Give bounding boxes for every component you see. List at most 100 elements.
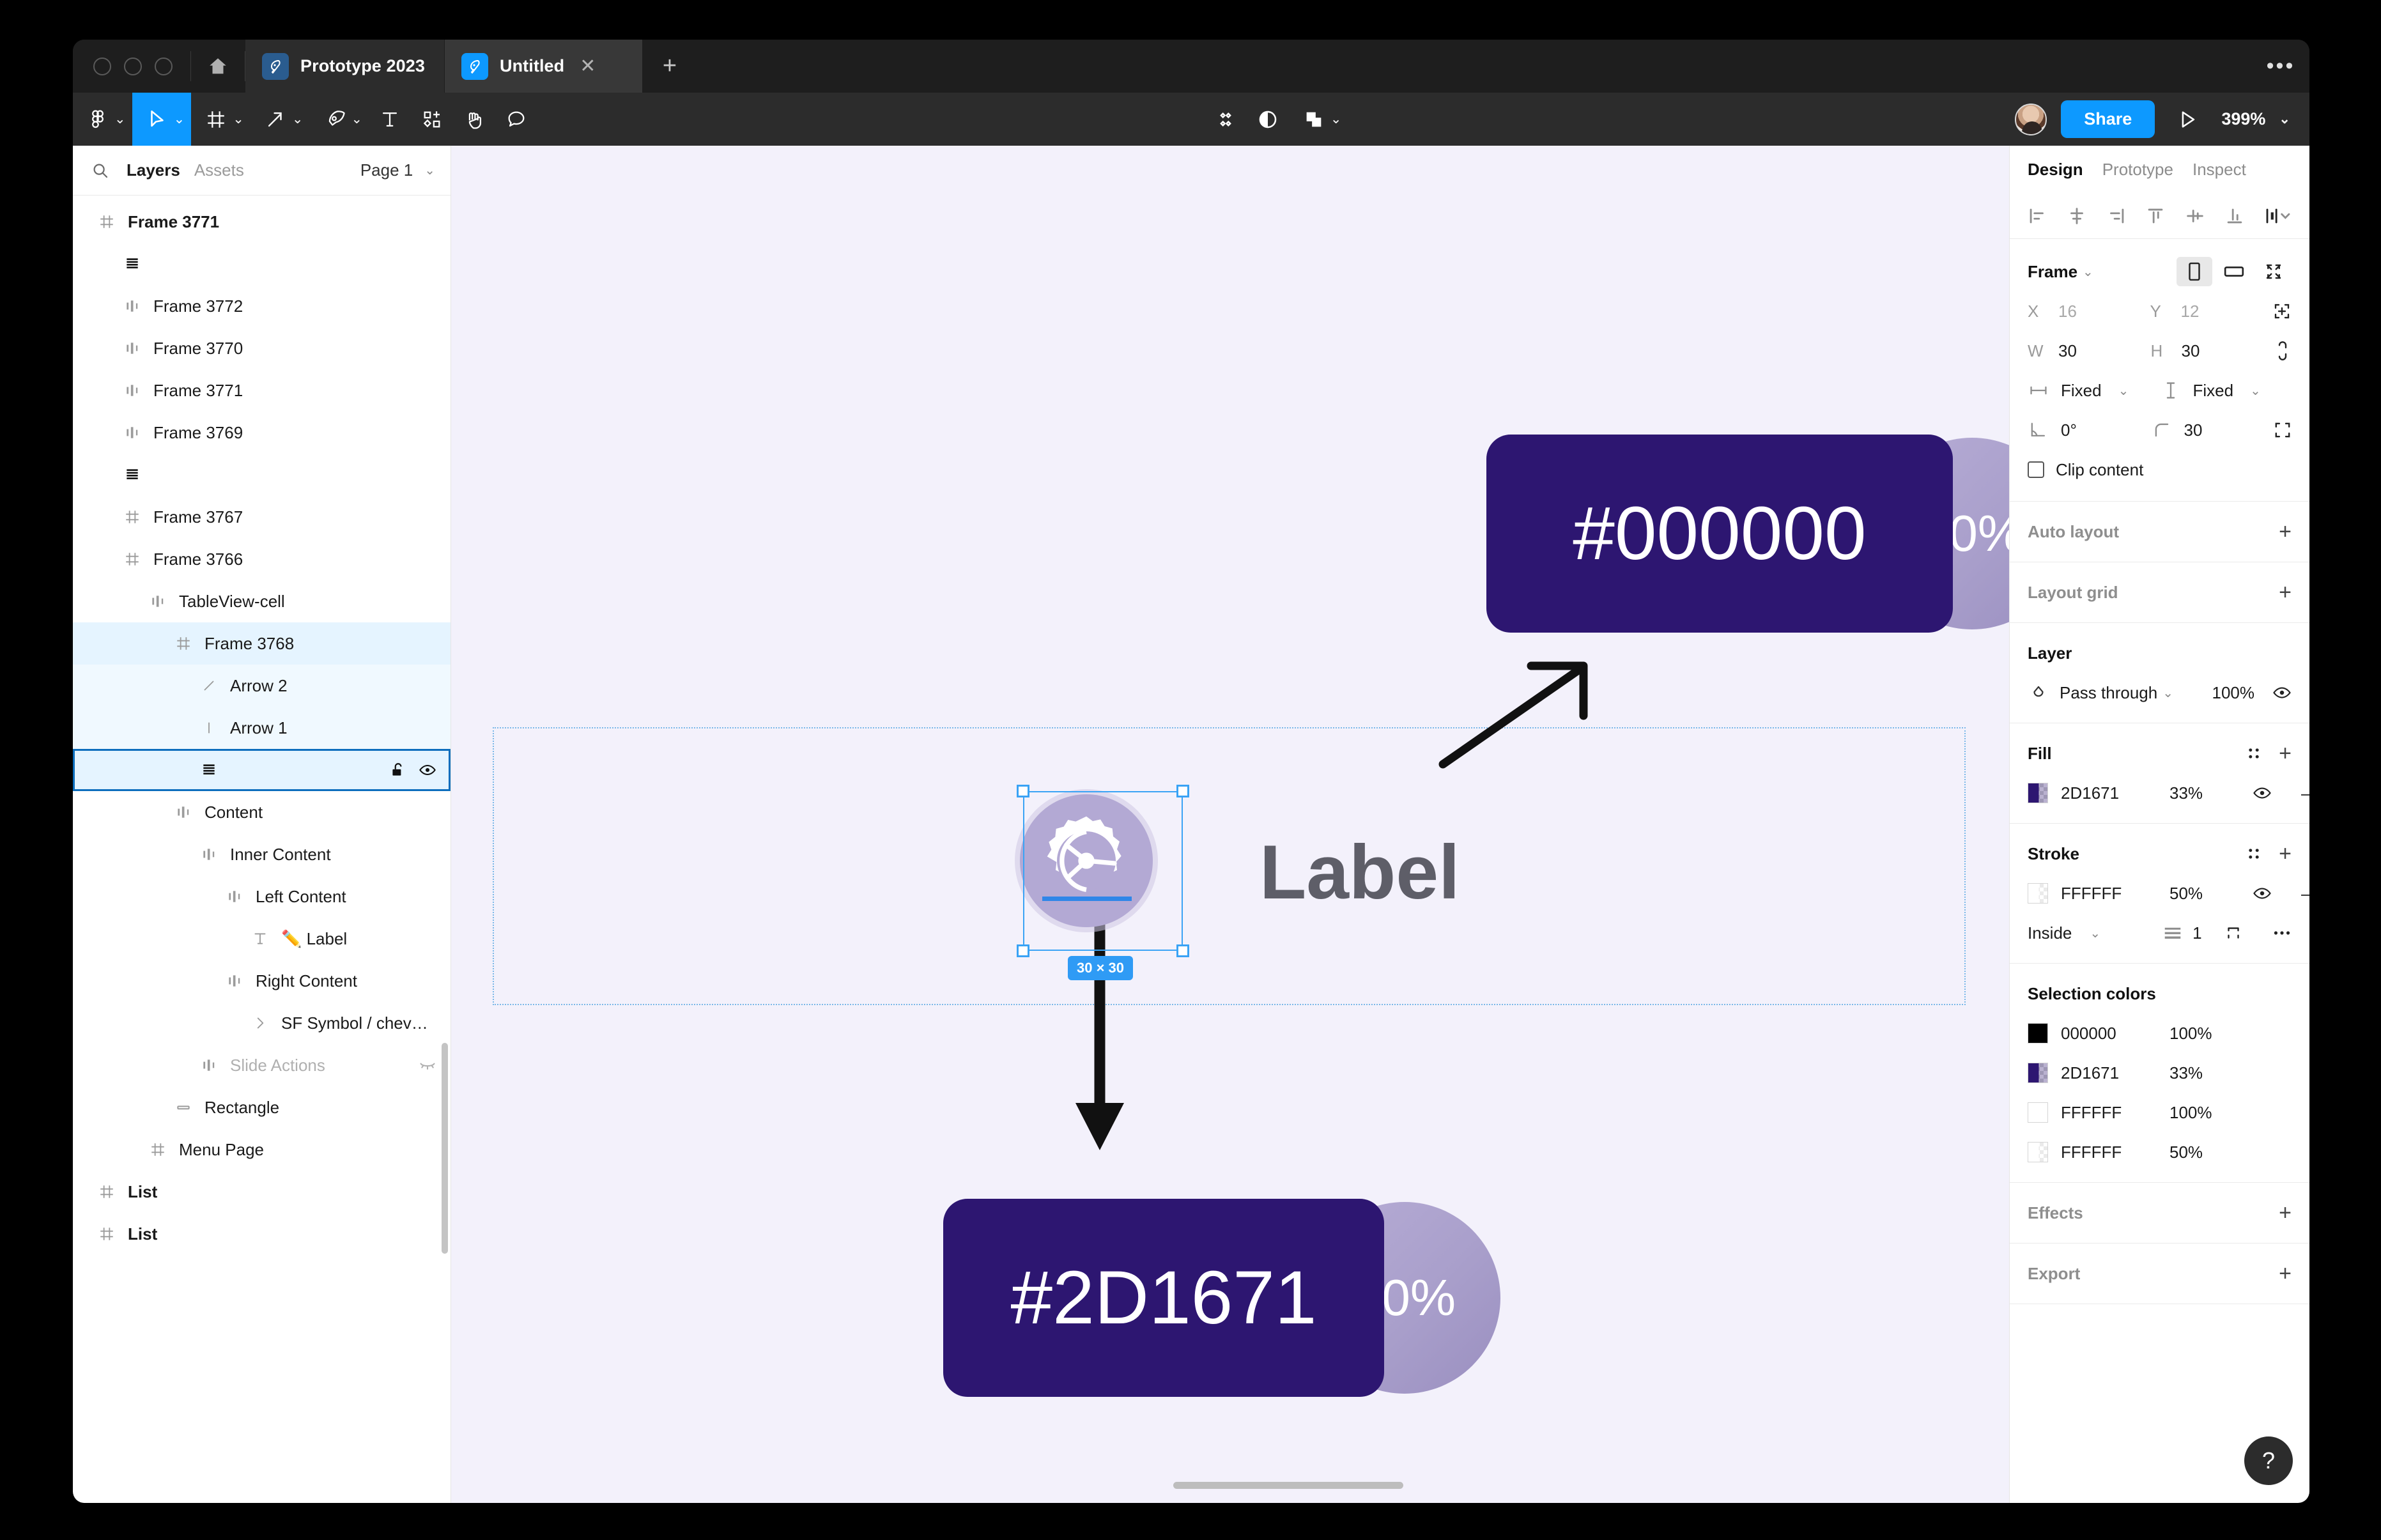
resize-handle-br[interactable] xyxy=(1176,944,1189,957)
fill-styles-icon[interactable] xyxy=(2246,745,2262,762)
layer-row[interactable]: Frame 3768 xyxy=(73,622,451,665)
layer-row[interactable]: Slide Actions xyxy=(73,1044,451,1086)
canvas-horizontal-scrollbar[interactable] xyxy=(1173,1482,1403,1489)
shape-arrow-icon[interactable]: ⌄ xyxy=(250,93,310,146)
clip-content-checkbox[interactable] xyxy=(2028,461,2044,478)
x-field[interactable]: X 16 xyxy=(2028,302,2150,321)
window-more-icon[interactable]: ••• xyxy=(2252,40,2309,93)
y-field[interactable]: Y 12 xyxy=(2150,302,2273,321)
remove-fill-button[interactable]: — xyxy=(2301,783,2309,803)
pen-icon[interactable]: ⌄ xyxy=(309,93,369,146)
layer-row[interactable]: SF Symbol / chev… xyxy=(73,1002,451,1044)
distribute-menu-icon[interactable] xyxy=(2263,205,2293,227)
stroke-opacity[interactable]: 50% xyxy=(2169,884,2240,904)
search-icon[interactable] xyxy=(91,161,112,180)
stroke-sides-icon[interactable] xyxy=(2224,923,2243,943)
resize-handle-tl[interactable] xyxy=(1017,785,1029,797)
tab-inspect[interactable]: Inspect xyxy=(2192,160,2246,180)
layer-row[interactable] xyxy=(73,243,451,285)
add-stroke-button[interactable]: + xyxy=(2279,843,2292,865)
resize-to-fit-icon[interactable] xyxy=(2256,257,2292,286)
chevron-down-icon[interactable]: ⌄ xyxy=(292,111,304,127)
add-auto-layout-button[interactable]: + xyxy=(2279,521,2292,543)
add-layout-grid-button[interactable]: + xyxy=(2279,581,2292,603)
close-window-dot[interactable] xyxy=(93,57,111,75)
stroke-align-value[interactable]: Inside xyxy=(2028,923,2072,943)
stroke-visibility-icon[interactable] xyxy=(2253,884,2272,903)
layer-row[interactable]: Frame 3770 xyxy=(73,327,451,369)
hand-icon[interactable] xyxy=(453,93,495,146)
height-resize-field[interactable]: Fixed ⌄ xyxy=(2160,381,2292,401)
plugins-icon[interactable] xyxy=(1205,93,1247,146)
layer-visibility-icon[interactable] xyxy=(2272,683,2292,702)
stroke-weight-field[interactable]: 1 xyxy=(2163,923,2202,943)
align-bottom-icon[interactable] xyxy=(2224,205,2246,227)
avatar[interactable] xyxy=(2015,103,2047,135)
remove-stroke-button[interactable]: — xyxy=(2301,883,2309,904)
chevron-down-icon[interactable]: ⌄ xyxy=(2083,264,2093,280)
share-button[interactable]: Share xyxy=(2061,100,2155,138)
chevron-down-icon[interactable]: ⌄ xyxy=(1330,111,1342,127)
present-button[interactable] xyxy=(2157,109,2215,130)
selection-color-swatch[interactable] xyxy=(2028,1023,2048,1043)
chevron-down-icon[interactable]: ⌄ xyxy=(2090,925,2100,941)
w-field[interactable]: W 30 xyxy=(2028,341,2151,361)
chevron-down-icon[interactable]: ⌄ xyxy=(233,111,244,127)
chevron-down-icon[interactable]: ⌄ xyxy=(114,111,126,127)
layer-row[interactable]: Arrow 2 xyxy=(73,665,451,707)
layer-row[interactable]: Arrow 1 xyxy=(73,707,451,749)
minimize-window-dot[interactable] xyxy=(124,57,142,75)
clip-content-row[interactable]: Clip content xyxy=(2028,450,2292,489)
h-field[interactable]: H 30 xyxy=(2151,341,2274,361)
fill-hex[interactable]: 2D1671 xyxy=(2061,783,2157,803)
selection-color-row[interactable]: 2D1671 33% xyxy=(2028,1053,2292,1093)
contrast-icon[interactable] xyxy=(1247,93,1289,146)
layer-row[interactable]: ✏️ Label xyxy=(73,918,451,960)
layer-row[interactable]: Rectangle xyxy=(73,1086,451,1128)
maximize-window-dot[interactable] xyxy=(155,57,173,75)
stroke-swatch[interactable] xyxy=(2028,883,2048,904)
tab-design[interactable]: Design xyxy=(2028,160,2083,180)
align-top-icon[interactable] xyxy=(2145,205,2166,227)
fill-opacity[interactable]: 33% xyxy=(2169,783,2240,803)
layer-row[interactable] xyxy=(73,749,451,791)
layer-row[interactable]: List xyxy=(73,1213,451,1255)
hidden-visibility-icon[interactable] xyxy=(419,1056,436,1074)
layer-row[interactable]: Left Content xyxy=(73,875,451,918)
zoom-level-selector[interactable]: 399% ⌄ xyxy=(2217,109,2290,129)
layer-row[interactable]: Frame 3769 xyxy=(73,412,451,454)
layer-row[interactable]: Frame 3772 xyxy=(73,285,451,327)
layer-row[interactable]: Content xyxy=(73,791,451,833)
boolean-union-icon[interactable]: ⌄ xyxy=(1289,93,1348,146)
tab-prototype-2023[interactable]: Prototype 2023 xyxy=(245,40,444,93)
layer-row[interactable]: Inner Content xyxy=(73,833,451,875)
add-fill-button[interactable]: + xyxy=(2279,743,2292,764)
tab-untitled[interactable]: Untitled ✕ xyxy=(443,40,642,93)
lock-aspect-ratio-icon[interactable] xyxy=(2274,341,2292,360)
components-icon[interactable] xyxy=(411,93,453,146)
new-tab-button[interactable]: + xyxy=(642,40,697,93)
align-right-icon[interactable] xyxy=(2106,205,2127,227)
add-export-button[interactable]: + xyxy=(2279,1263,2292,1284)
layers-scrollbar[interactable] xyxy=(442,1043,448,1254)
add-effect-button[interactable]: + xyxy=(2279,1202,2292,1224)
layer-row[interactable]: Frame 3771 xyxy=(73,369,451,412)
landscape-orientation-button[interactable] xyxy=(2216,257,2252,286)
fill-visibility-icon[interactable] xyxy=(2253,783,2272,803)
close-icon[interactable]: ✕ xyxy=(580,56,596,76)
layer-row[interactable]: Frame 3767 xyxy=(73,496,451,538)
move-cursor-icon[interactable]: ⌄ xyxy=(132,93,192,146)
page-selector[interactable]: Page 1 ⌄ xyxy=(360,160,435,180)
chevron-down-icon[interactable]: ⌄ xyxy=(2118,383,2129,399)
help-button[interactable]: ? xyxy=(2244,1436,2293,1485)
selection-color-swatch[interactable] xyxy=(2028,1102,2048,1123)
frame-icon[interactable]: ⌄ xyxy=(191,93,250,146)
layers-list[interactable]: Frame 3771 Frame 3772 Frame 3770 Frame 3771… xyxy=(73,196,451,1503)
rotation-field[interactable]: 0° xyxy=(2028,420,2151,440)
tab-assets[interactable]: Assets xyxy=(194,160,244,180)
selection-color-row[interactable]: 000000 100% xyxy=(2028,1013,2292,1053)
corner-radius-field[interactable]: 30 xyxy=(2151,420,2274,440)
tab-layers[interactable]: Layers xyxy=(127,160,180,180)
layer-row[interactable]: Right Content xyxy=(73,960,451,1002)
color-chip-top[interactable]: #000000 60% xyxy=(1486,435,2009,633)
